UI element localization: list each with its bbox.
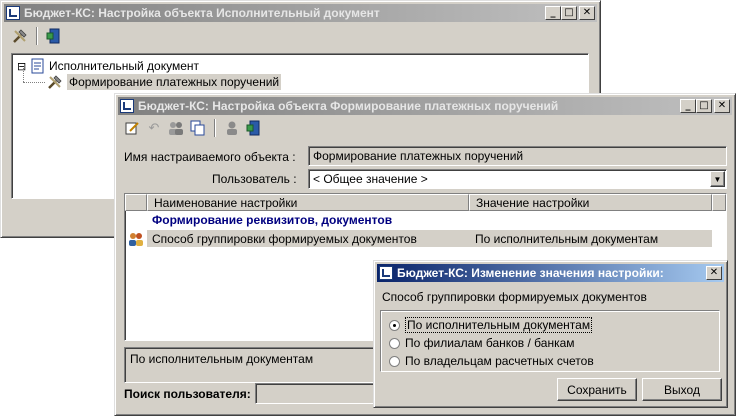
tree-connector-line — [23, 68, 25, 82]
option-radio[interactable] — [389, 355, 400, 367]
window2-title: Бюджет-КС: Настройка объекта Формировани… — [138, 99, 559, 113]
dialog-prompt: Способ группировки формируемых документо… — [382, 290, 647, 304]
option-label: По исполнительным документам — [405, 317, 593, 333]
window2-titlebar[interactable]: Бюджет-КС: Настройка объекта Формировани… — [118, 97, 732, 115]
document-icon — [31, 58, 45, 74]
undo-icon[interactable]: ↶ — [145, 119, 163, 137]
dialog-change-setting-value: Бюджет-КС: Изменение значения настройки:… — [373, 260, 728, 408]
close-button[interactable]: ✕ — [579, 6, 595, 20]
grid-group-label: Формирование реквизитов, документов — [152, 213, 393, 227]
toolbar-separator — [36, 27, 38, 45]
window1-toolbar — [11, 27, 63, 45]
tree-root-item[interactable]: ⊟ Исполнительный документ — [17, 58, 199, 74]
app-logo-icon — [379, 266, 393, 280]
grid-header-filler — [712, 194, 726, 211]
user-icon[interactable] — [223, 119, 241, 137]
app-logo-icon — [120, 99, 134, 113]
copy-icon[interactable] — [189, 119, 207, 137]
option-by-executive-docs[interactable]: По исполнительным документам — [389, 317, 593, 333]
exit-door-icon[interactable] — [245, 119, 263, 137]
users-setting-icon — [128, 231, 144, 250]
tree-root-label: Исполнительный документ — [49, 59, 200, 73]
user-select[interactable]: < Общее значение > ▼ — [308, 169, 727, 189]
grid-group-row: Формирование реквизитов, документов — [152, 213, 392, 227]
minimize-button[interactable]: _ — [545, 6, 561, 20]
save-button[interactable]: Сохранить — [557, 378, 637, 401]
dialog-titlebar[interactable]: Бюджет-КС: Изменение значения настройки:… — [377, 264, 724, 282]
grid-header-value[interactable]: Значение настройки — [469, 194, 712, 211]
tree-connector-line — [23, 82, 45, 84]
window2-toolbar: ↶ — [123, 119, 263, 137]
grid-cell-value: По исполнительным документам — [475, 232, 659, 246]
maximize-button[interactable]: □ — [561, 6, 577, 20]
grid-cell-name: Способ группировки формируемых документо… — [152, 232, 417, 246]
option-radio[interactable] — [389, 319, 400, 331]
user-label: Пользователь : — [212, 172, 297, 186]
option-label: По владельцам расчетных счетов — [405, 354, 594, 368]
user-dropdown-button[interactable]: ▼ — [710, 171, 725, 187]
minimize-button[interactable]: _ — [680, 99, 696, 113]
tree-child-label: Формирование платежных поручений — [67, 74, 282, 90]
toolbar-separator — [214, 119, 216, 137]
dialog-title: Бюджет-КС: Изменение значения настройки: — [397, 266, 664, 280]
users-icon[interactable] — [167, 119, 185, 137]
exit-button[interactable]: Выход — [642, 378, 722, 401]
app-logo-icon — [6, 6, 20, 20]
tools-settings-icon — [47, 74, 63, 90]
option-by-account-owners[interactable]: По владельцам расчетных счетов — [389, 354, 594, 368]
user-select-value: < Общее значение > — [313, 172, 428, 186]
table-row[interactable]: Способ группировки формируемых документо… — [125, 230, 712, 247]
option-by-bank-branches[interactable]: По филиалам банков / банкам — [389, 336, 575, 350]
tools-settings-icon[interactable] — [11, 27, 29, 45]
maximize-button[interactable]: □ — [696, 99, 712, 113]
search-user-label: Поиск пользователя: — [124, 387, 251, 401]
window1-title: Бюджет-КС: Настройка объекта Исполнитель… — [24, 6, 380, 20]
edit-icon[interactable] — [123, 119, 141, 137]
close-button[interactable]: ✕ — [706, 266, 722, 280]
option-radio[interactable] — [389, 337, 400, 349]
object-name-label: Имя настраиваемого объекта : — [124, 150, 296, 164]
exit-door-icon[interactable] — [45, 27, 63, 45]
option-label: По филиалам банков / банкам — [405, 336, 575, 350]
window1-titlebar[interactable]: Бюджет-КС: Настройка объекта Исполнитель… — [4, 4, 597, 22]
tree-child-item[interactable]: Формирование платежных поручений — [47, 74, 282, 90]
object-name-field: Формирование платежных поручений — [308, 146, 727, 166]
close-button[interactable]: ✕ — [714, 99, 730, 113]
grid-header-corner — [125, 194, 147, 211]
grid-header-name[interactable]: Наименование настройки — [147, 194, 469, 211]
